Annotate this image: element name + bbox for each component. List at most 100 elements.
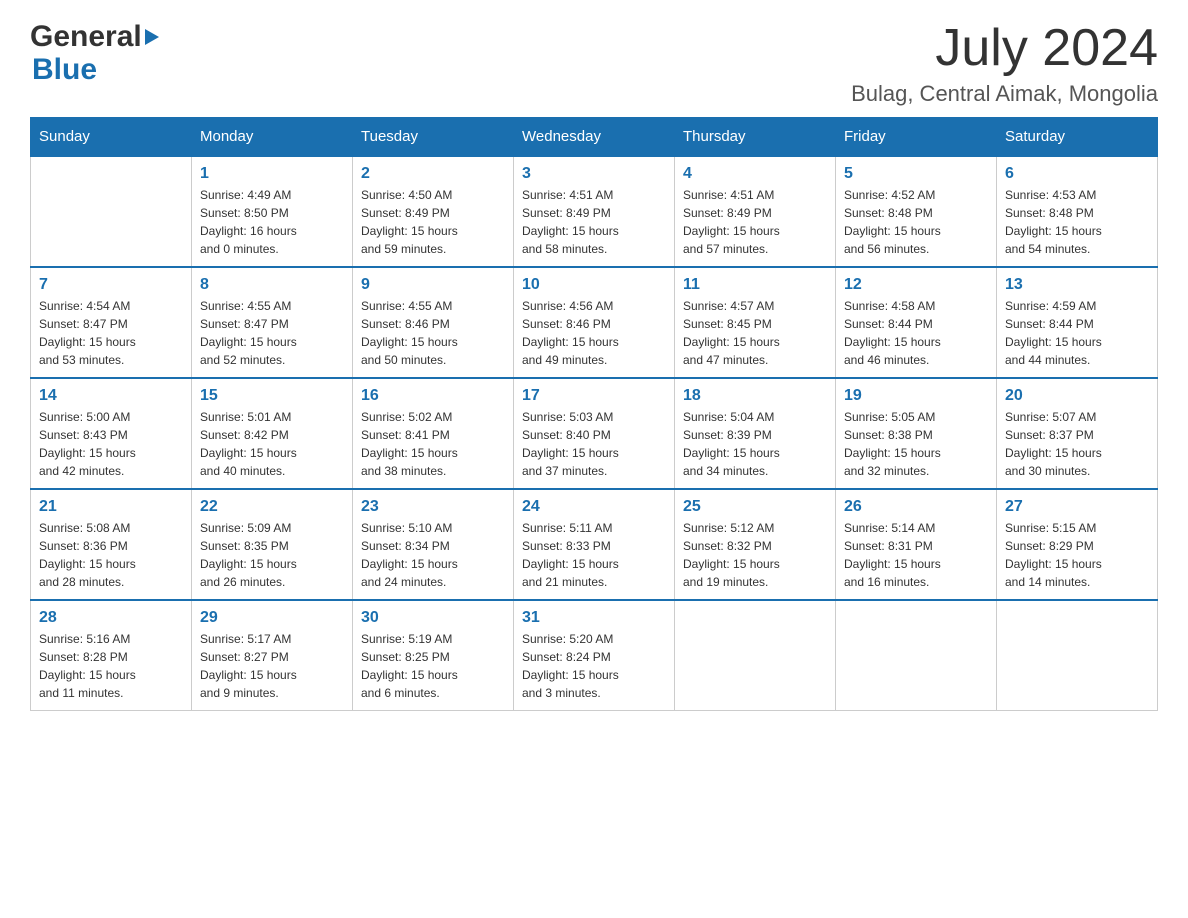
weekday-header-thursday: Thursday [675,118,836,157]
calendar-cell: 8 Sunrise: 4:55 AM Sunset: 8:47 PM Daylig… [192,267,353,378]
day-number: 16 [361,387,505,405]
day-details: Sunrise: 5:03 AM Sunset: 8:40 PM Dayligh… [522,408,666,480]
day-details: Sunrise: 4:57 AM Sunset: 8:45 PM Dayligh… [683,297,827,369]
calendar-cell: 11 Sunrise: 4:57 AM Sunset: 8:45 PM Dayli… [675,267,836,378]
day-details: Sunrise: 4:52 AM Sunset: 8:48 PM Dayligh… [844,186,988,258]
calendar-cell: 28 Sunrise: 5:16 AM Sunset: 8:28 PM Dayli… [31,600,192,711]
calendar-cell: 27 Sunrise: 5:15 AM Sunset: 8:29 PM Dayli… [997,489,1158,600]
day-details: Sunrise: 5:16 AM Sunset: 8:28 PM Dayligh… [39,630,183,702]
page-header: General Blue July 2024 Bulag, Central Ai… [30,20,1158,107]
day-number: 21 [39,498,183,516]
day-details: Sunrise: 5:07 AM Sunset: 8:37 PM Dayligh… [1005,408,1149,480]
calendar-cell: 3 Sunrise: 4:51 AM Sunset: 8:49 PM Daylig… [514,156,675,267]
day-number: 19 [844,387,988,405]
logo-blue-text: Blue [30,53,159,86]
day-details: Sunrise: 5:12 AM Sunset: 8:32 PM Dayligh… [683,519,827,591]
day-number: 24 [522,498,666,516]
day-number: 22 [200,498,344,516]
page-subtitle: Bulag, Central Aimak, Mongolia [851,81,1158,107]
day-details: Sunrise: 4:51 AM Sunset: 8:49 PM Dayligh… [683,186,827,258]
day-number: 31 [522,609,666,627]
day-number: 27 [1005,498,1149,516]
day-number: 11 [683,276,827,294]
day-details: Sunrise: 4:56 AM Sunset: 8:46 PM Dayligh… [522,297,666,369]
calendar-cell: 30 Sunrise: 5:19 AM Sunset: 8:25 PM Dayli… [353,600,514,711]
calendar-cell: 31 Sunrise: 5:20 AM Sunset: 8:24 PM Dayli… [514,600,675,711]
calendar-cell [675,600,836,711]
calendar-cell: 2 Sunrise: 4:50 AM Sunset: 8:49 PM Daylig… [353,156,514,267]
calendar-cell: 26Sunrise: 5:14 AM Sunset: 8:31 PM Dayli… [836,489,997,600]
calendar-cell: 15 Sunrise: 5:01 AM Sunset: 8:42 PM Dayli… [192,378,353,489]
weekday-header-sunday: Sunday [31,118,192,157]
day-number: 18 [683,387,827,405]
day-details: Sunrise: 4:49 AM Sunset: 8:50 PM Dayligh… [200,186,344,258]
calendar-cell: 23 Sunrise: 5:10 AM Sunset: 8:34 PM Dayli… [353,489,514,600]
day-number: 9 [361,276,505,294]
calendar-cell: 19 Sunrise: 5:05 AM Sunset: 8:38 PM Dayli… [836,378,997,489]
day-details: Sunrise: 4:50 AM Sunset: 8:49 PM Dayligh… [361,186,505,258]
calendar-week-row: 7 Sunrise: 4:54 AM Sunset: 8:47 PM Daylig… [31,267,1158,378]
weekday-header-monday: Monday [192,118,353,157]
day-details: Sunrise: 4:55 AM Sunset: 8:47 PM Dayligh… [200,297,344,369]
day-details: Sunrise: 4:51 AM Sunset: 8:49 PM Dayligh… [522,186,666,258]
calendar-cell: 25 Sunrise: 5:12 AM Sunset: 8:32 PM Dayli… [675,489,836,600]
day-number: 29 [200,609,344,627]
day-number: 23 [361,498,505,516]
calendar-cell: 12Sunrise: 4:58 AM Sunset: 8:44 PM Dayli… [836,267,997,378]
logo: General Blue [30,20,159,86]
day-number: 28 [39,609,183,627]
day-number: 26 [844,498,988,516]
day-number: 15 [200,387,344,405]
day-number: 20 [1005,387,1149,405]
day-details: Sunrise: 5:17 AM Sunset: 8:27 PM Dayligh… [200,630,344,702]
day-details: Sunrise: 5:01 AM Sunset: 8:42 PM Dayligh… [200,408,344,480]
calendar-cell: 7 Sunrise: 4:54 AM Sunset: 8:47 PM Daylig… [31,267,192,378]
calendar-header: SundayMondayTuesdayWednesdayThursdayFrid… [31,118,1158,157]
calendar-week-row: 21Sunrise: 5:08 AM Sunset: 8:36 PM Dayli… [31,489,1158,600]
day-details: Sunrise: 5:20 AM Sunset: 8:24 PM Dayligh… [522,630,666,702]
day-details: Sunrise: 5:04 AM Sunset: 8:39 PM Dayligh… [683,408,827,480]
calendar-cell: 17Sunrise: 5:03 AM Sunset: 8:40 PM Dayli… [514,378,675,489]
day-details: Sunrise: 5:19 AM Sunset: 8:25 PM Dayligh… [361,630,505,702]
day-number: 8 [200,276,344,294]
weekday-header-friday: Friday [836,118,997,157]
calendar-cell: 5Sunrise: 4:52 AM Sunset: 8:48 PM Daylig… [836,156,997,267]
weekday-header-wednesday: Wednesday [514,118,675,157]
calendar-cell [31,156,192,267]
calendar-cell: 14 Sunrise: 5:00 AM Sunset: 8:43 PM Dayli… [31,378,192,489]
day-number: 30 [361,609,505,627]
calendar-cell [997,600,1158,711]
calendar-week-row: 1 Sunrise: 4:49 AM Sunset: 8:50 PM Daylig… [31,156,1158,267]
calendar-cell: 22Sunrise: 5:09 AM Sunset: 8:35 PM Dayli… [192,489,353,600]
day-details: Sunrise: 5:10 AM Sunset: 8:34 PM Dayligh… [361,519,505,591]
day-number: 6 [1005,165,1149,183]
day-number: 2 [361,165,505,183]
day-number: 12 [844,276,988,294]
day-number: 25 [683,498,827,516]
calendar-week-row: 14 Sunrise: 5:00 AM Sunset: 8:43 PM Dayli… [31,378,1158,489]
day-details: Sunrise: 5:05 AM Sunset: 8:38 PM Dayligh… [844,408,988,480]
day-details: Sunrise: 5:15 AM Sunset: 8:29 PM Dayligh… [1005,519,1149,591]
day-details: Sunrise: 5:00 AM Sunset: 8:43 PM Dayligh… [39,408,183,480]
calendar-cell: 29 Sunrise: 5:17 AM Sunset: 8:27 PM Dayli… [192,600,353,711]
day-number: 3 [522,165,666,183]
title-area: July 2024 Bulag, Central Aimak, Mongolia [851,20,1158,107]
calendar-cell: 9 Sunrise: 4:55 AM Sunset: 8:46 PM Daylig… [353,267,514,378]
calendar-cell: 10 Sunrise: 4:56 AM Sunset: 8:46 PM Dayli… [514,267,675,378]
day-details: Sunrise: 4:54 AM Sunset: 8:47 PM Dayligh… [39,297,183,369]
day-number: 10 [522,276,666,294]
calendar-cell: 13Sunrise: 4:59 AM Sunset: 8:44 PM Dayli… [997,267,1158,378]
weekday-header-tuesday: Tuesday [353,118,514,157]
logo-general-text: General [30,20,142,53]
day-details: Sunrise: 5:11 AM Sunset: 8:33 PM Dayligh… [522,519,666,591]
day-details: Sunrise: 4:55 AM Sunset: 8:46 PM Dayligh… [361,297,505,369]
day-number: 7 [39,276,183,294]
logo-arrow-icon [145,29,159,45]
day-details: Sunrise: 4:53 AM Sunset: 8:48 PM Dayligh… [1005,186,1149,258]
weekday-header-row: SundayMondayTuesdayWednesdayThursdayFrid… [31,118,1158,157]
page-title: July 2024 [851,20,1158,77]
calendar-cell: 16Sunrise: 5:02 AM Sunset: 8:41 PM Dayli… [353,378,514,489]
day-number: 14 [39,387,183,405]
calendar-cell: 21Sunrise: 5:08 AM Sunset: 8:36 PM Dayli… [31,489,192,600]
day-number: 1 [200,165,344,183]
